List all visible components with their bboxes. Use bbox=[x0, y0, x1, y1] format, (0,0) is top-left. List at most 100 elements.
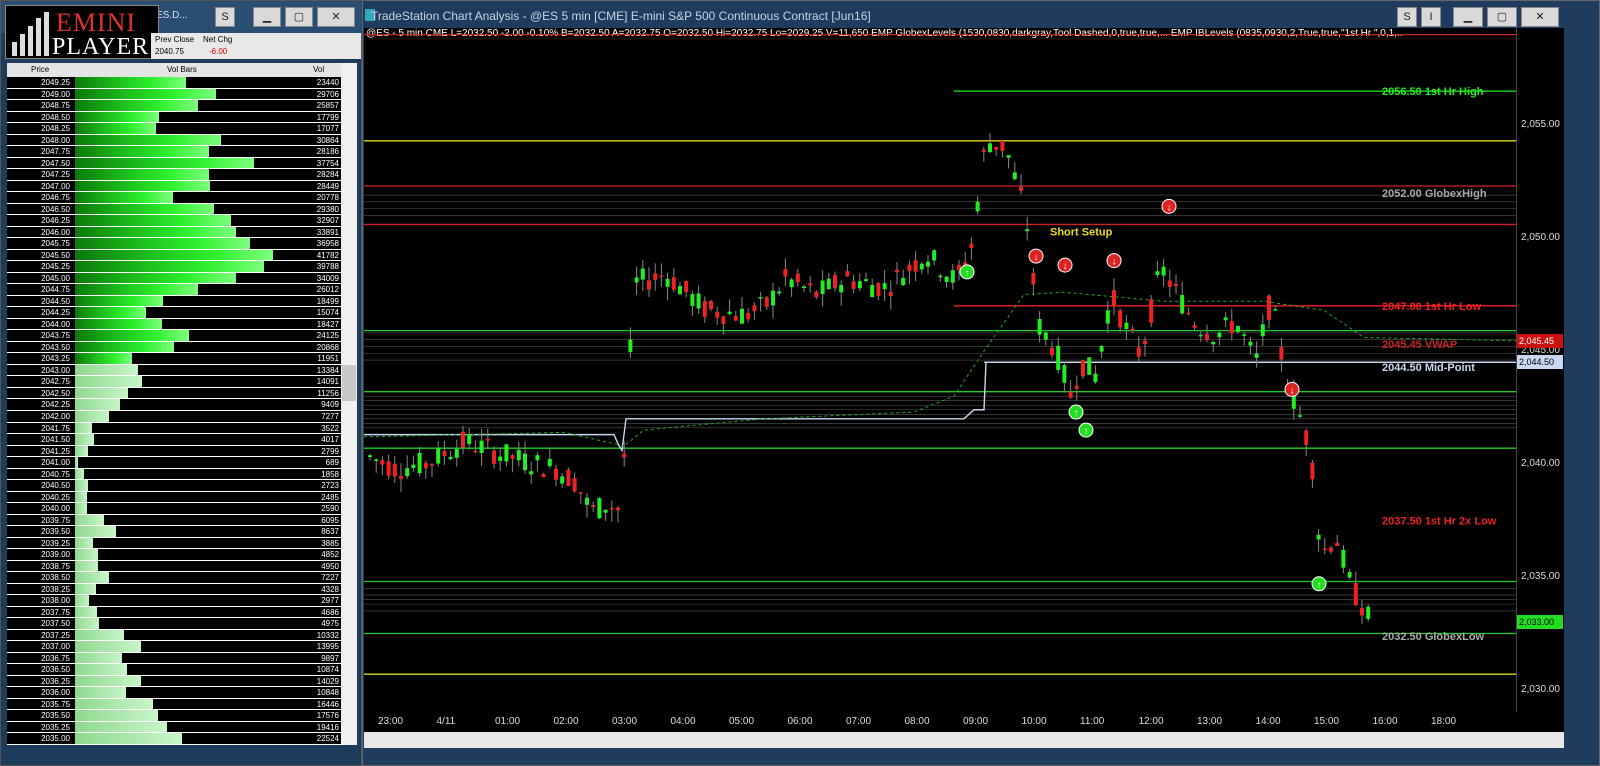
ladder-volume-bar bbox=[75, 549, 98, 560]
maximize-button[interactable]: ▢ bbox=[1487, 7, 1517, 27]
candle-body bbox=[1310, 462, 1315, 480]
candle-body bbox=[826, 278, 831, 289]
ladder-row[interactable]: 2044.75 26012 bbox=[7, 284, 341, 296]
close-button[interactable]: ✕ bbox=[1521, 7, 1559, 27]
ladder-row[interactable]: 2044.50 18499 bbox=[7, 295, 341, 308]
ladder-row[interactable]: 2045.25 39788 bbox=[7, 261, 341, 273]
ladder-row[interactable]: 2039.25 3885 bbox=[7, 537, 341, 550]
ladder-row[interactable]: 2046.50 29380 bbox=[7, 203, 341, 216]
ladder-row[interactable]: 2037.75 4686 bbox=[7, 606, 341, 619]
ladder-price: 2045.50 bbox=[7, 249, 73, 261]
time-tick-label: 14:00 bbox=[1255, 716, 1281, 727]
ladder-row[interactable]: 2039.00 4852 bbox=[7, 549, 341, 561]
info-button[interactable]: I bbox=[1421, 7, 1441, 27]
ladder-row[interactable]: 2040.50 2723 bbox=[7, 480, 341, 492]
ladder-row[interactable]: 2046.00 33891 bbox=[7, 226, 341, 239]
ladder-row[interactable]: 2046.75 20778 bbox=[7, 192, 341, 204]
col-vol-header[interactable]: Vol bbox=[313, 65, 324, 74]
ladder-scrollbar[interactable] bbox=[341, 63, 357, 745]
ladder-row[interactable]: 2037.25 10332 bbox=[7, 629, 341, 642]
time-axis[interactable]: 23:00 4/11 01:00 02:00 03:00 04:00 05:00 06:00 0… bbox=[364, 712, 1564, 732]
minimize-button[interactable]: ▁ bbox=[253, 7, 281, 27]
ladder-row[interactable]: 2040.75 1858 bbox=[7, 468, 341, 481]
ladder-scroll-thumb[interactable] bbox=[342, 365, 356, 401]
ladder-row[interactable]: 2035.75 16446 bbox=[7, 698, 341, 711]
price-chart[interactable]: @ES - 5 min CME L=2032.50 -2.00 -0.10% B… bbox=[364, 28, 1516, 712]
symbol-link-button[interactable]: S bbox=[215, 7, 235, 27]
ladder-row[interactable]: 2043.00 13384 bbox=[7, 364, 341, 377]
volume-ladder-window: ES.D... S ▁ ▢ ✕ EMINI PLAYER Prev Close … bbox=[0, 0, 363, 766]
ladder-row[interactable]: 2044.25 15074 bbox=[7, 307, 341, 319]
ladder-volume-bar bbox=[75, 215, 231, 226]
ladder-row[interactable]: 2036.00 10848 bbox=[7, 687, 341, 699]
ladder-row[interactable]: 2039.75 6095 bbox=[7, 514, 341, 527]
ladder-volume: 37754 bbox=[297, 157, 341, 169]
ladder-row[interactable]: 2035.00 22524 bbox=[7, 733, 341, 745]
ladder-row[interactable]: 2035.50 17576 bbox=[7, 710, 341, 722]
candlestick-chart[interactable]: ↑ ↓ ↓ ↓ ↓ ↑ ↑ ↓ ↑ Short Setup 2056.50 1st Hr High 2… bbox=[364, 28, 1516, 712]
candle-body bbox=[1335, 542, 1340, 546]
ladder-row[interactable]: 2036.25 14029 bbox=[7, 675, 341, 688]
ladder-row[interactable]: 2045.00 34009 bbox=[7, 272, 341, 285]
ladder-row[interactable]: 2049.25 23440 bbox=[7, 77, 341, 89]
ladder-row[interactable]: 2041.75 3522 bbox=[7, 422, 341, 435]
ladder-row[interactable]: 2047.75 28186 bbox=[7, 146, 341, 158]
ladder-volume: 10874 bbox=[297, 664, 341, 675]
ladder-row[interactable]: 2048.25 17077 bbox=[7, 123, 341, 135]
ladder-row[interactable]: 2042.50 11256 bbox=[7, 387, 341, 400]
candle-body bbox=[1217, 332, 1222, 338]
time-tick-label: 13:00 bbox=[1197, 716, 1223, 727]
ladder-row[interactable]: 2039.50 8637 bbox=[7, 526, 341, 538]
ladder-row[interactable]: 2037.50 4975 bbox=[7, 618, 341, 630]
ladder-volume-bar bbox=[75, 192, 174, 203]
ladder-row[interactable]: 2045.75 36958 bbox=[7, 238, 341, 250]
minimize-button[interactable]: ▁ bbox=[1453, 7, 1483, 27]
ladder-volume: 39788 bbox=[297, 261, 341, 272]
ladder-row[interactable]: 2043.50 20868 bbox=[7, 341, 341, 354]
ladder-row[interactable]: 2038.00 2977 bbox=[7, 595, 341, 607]
ladder-row[interactable]: 2043.25 11951 bbox=[7, 353, 341, 365]
ladder-row[interactable]: 2044.00 18427 bbox=[7, 318, 341, 331]
ladder-row[interactable]: 2047.00 28449 bbox=[7, 180, 341, 193]
col-volbars-header[interactable]: Vol Bars bbox=[167, 65, 197, 74]
ladder-row[interactable]: 2041.50 4017 bbox=[7, 434, 341, 446]
candle-body bbox=[647, 280, 651, 290]
ladder-row[interactable]: 2037.00 13995 bbox=[7, 641, 341, 653]
col-price-header[interactable]: Price bbox=[31, 65, 49, 74]
chart-horizontal-scrollbar[interactable] bbox=[364, 732, 1564, 748]
price-axis[interactable]: 2,055.00 2,050.00 2,045.00 2,040.00 2,035.00… bbox=[1516, 28, 1564, 712]
ladder-row[interactable]: 2048.50 17799 bbox=[7, 111, 341, 124]
ladder-row[interactable]: 2048.00 30864 bbox=[7, 134, 341, 147]
logo-text-player: PLAYER bbox=[52, 34, 150, 60]
maximize-button[interactable]: ▢ bbox=[285, 7, 313, 27]
ladder-row[interactable]: 2036.75 9897 bbox=[7, 652, 341, 665]
ladder-row[interactable]: 2047.25 28284 bbox=[7, 169, 341, 181]
ladder-row[interactable]: 2045.50 41782 bbox=[7, 249, 341, 262]
candle-body bbox=[1143, 340, 1147, 345]
ladder-row[interactable]: 2048.75 25857 bbox=[7, 100, 341, 112]
ladder-row[interactable]: 2049.00 29706 bbox=[7, 88, 341, 101]
ladder-row[interactable]: 2038.50 7227 bbox=[7, 572, 341, 584]
ladder-row[interactable]: 2040.25 2485 bbox=[7, 491, 341, 504]
ladder-row[interactable]: 2038.75 4950 bbox=[7, 560, 341, 573]
close-button[interactable]: ✕ bbox=[317, 7, 355, 27]
ladder-row[interactable]: 2043.75 24125 bbox=[7, 330, 341, 342]
ladder-volume: 26012 bbox=[297, 284, 341, 295]
ladder-row[interactable]: 2041.00 689 bbox=[7, 457, 341, 469]
symbol-link-button[interactable]: S bbox=[1397, 7, 1417, 27]
ladder-row[interactable]: 2042.00 7277 bbox=[7, 411, 341, 423]
ladder-row[interactable]: 2040.00 2590 bbox=[7, 503, 341, 515]
ladder-row[interactable]: 2036.50 10874 bbox=[7, 664, 341, 676]
candle-body bbox=[1242, 334, 1247, 336]
ladder-volume: 4017 bbox=[297, 434, 341, 445]
ladder-row[interactable]: 2035.25 19416 bbox=[7, 721, 341, 734]
ladder-row[interactable]: 2046.25 32907 bbox=[7, 215, 341, 227]
ladder-volume-bar bbox=[75, 457, 79, 468]
ladder-row[interactable]: 2042.25 9409 bbox=[7, 399, 341, 411]
ladder-row[interactable]: 2047.50 37754 bbox=[7, 157, 341, 170]
candle-body bbox=[888, 291, 893, 297]
ladder-row[interactable]: 2038.25 4328 bbox=[7, 583, 341, 596]
ladder-row[interactable]: 2041.25 2799 bbox=[7, 445, 341, 458]
ladder-row[interactable]: 2042.75 14091 bbox=[7, 376, 341, 388]
ladder-volume-bar bbox=[75, 284, 199, 295]
